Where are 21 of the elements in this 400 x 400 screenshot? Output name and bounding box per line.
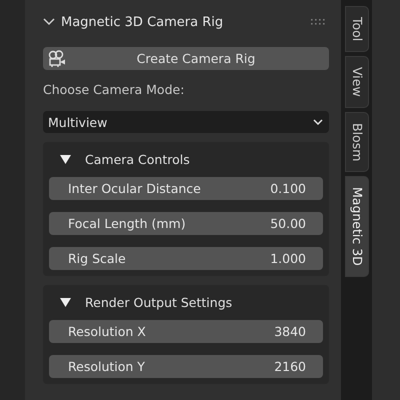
chevron-icon[interactable]	[43, 18, 55, 26]
caret-icon	[313, 119, 323, 125]
sidebar-tab[interactable]: Blosm	[345, 112, 369, 172]
sidebar-tab[interactable]: Magnetic 3D	[345, 176, 369, 278]
sidebar-tab[interactable]: Tool	[345, 6, 369, 52]
disclosure-triangle-icon[interactable]	[60, 154, 71, 164]
disclosure-triangle-icon[interactable]	[60, 298, 71, 306]
number-field[interactable]: Resolution Y 2160	[49, 355, 323, 378]
number-field[interactable]: Resolution X 3840	[49, 320, 323, 343]
number-field[interactable]: Rig Scale 1.000	[49, 247, 323, 270]
subpanel-title: Camera Controls	[85, 152, 190, 166]
camera-mode-dropdown[interactable]: Multiview	[43, 111, 329, 133]
camera-icon	[47, 50, 67, 68]
create-camera-rig-button[interactable]: Create Camera Rig	[43, 47, 329, 70]
panel-title: Magnetic 3D Camera Rig	[61, 14, 224, 30]
number-field[interactable]: Inter Ocular Distance 0.100	[49, 177, 323, 200]
sidebar-tab[interactable]: View	[345, 56, 369, 108]
subpanel-title: Render Output Settings	[85, 294, 232, 310]
camera-mode-label: Choose Camera Mode:	[43, 82, 186, 99]
drag-handle-icon[interactable]	[311, 19, 325, 25]
number-field[interactable]: Focal Length (mm) 50.00	[49, 212, 323, 235]
